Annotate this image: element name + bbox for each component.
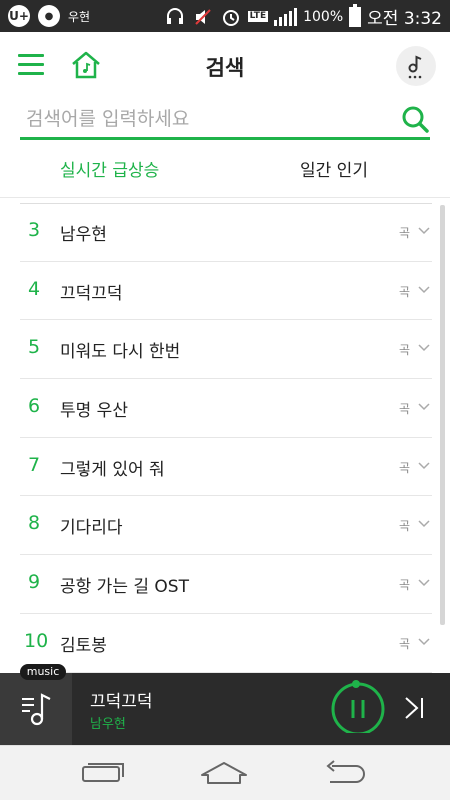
battery-percent: 100% bbox=[303, 8, 344, 25]
alarm-icon bbox=[220, 6, 242, 28]
app-header: 검색 bbox=[0, 32, 450, 102]
chevron-down-icon[interactable] bbox=[418, 224, 430, 236]
chevron-down-icon[interactable] bbox=[418, 576, 430, 588]
type-label: 곡 bbox=[398, 519, 410, 534]
list-item[interactable]: 4 끄덕끄덕 곡 bbox=[20, 262, 432, 321]
carrier-icon: U+ bbox=[8, 5, 30, 27]
clock: 오전 3:32 bbox=[367, 9, 442, 29]
rank-number: 3 bbox=[28, 219, 41, 241]
type-label: 곡 bbox=[398, 284, 410, 299]
next-track-icon[interactable] bbox=[400, 693, 430, 723]
recent-apps-icon[interactable] bbox=[80, 758, 128, 788]
list-item[interactable]: 5 미워도 다시 한번 곡 bbox=[20, 320, 432, 380]
search-term: 투명 우산 bbox=[60, 401, 128, 422]
chevron-down-icon[interactable] bbox=[418, 517, 430, 529]
notification-text: 우현 bbox=[68, 9, 91, 24]
status-bar: U+ ● 우현 LTE 100% 오전 3:32 bbox=[0, 0, 450, 32]
battery-icon bbox=[349, 3, 362, 27]
chevron-down-icon[interactable] bbox=[418, 341, 430, 353]
type-label: 곡 bbox=[398, 636, 410, 651]
chevron-down-icon[interactable] bbox=[418, 635, 430, 647]
list-scrollbar[interactable] bbox=[440, 205, 445, 625]
mini-player[interactable]: 끄덕끄덕 남우현 bbox=[0, 673, 450, 745]
status-left: U+ ● 우현 bbox=[8, 5, 90, 27]
lte-icon: LTE bbox=[247, 11, 269, 22]
search-input[interactable] bbox=[26, 104, 386, 134]
rank-number: 7 bbox=[28, 453, 41, 476]
tab-daily[interactable]: 일간 인기 bbox=[300, 156, 368, 181]
search-term: 기다리다 bbox=[60, 518, 123, 539]
headset-icon bbox=[164, 6, 186, 28]
type-label: 곡 bbox=[398, 578, 410, 593]
search-term: 끄덕끄덕 bbox=[60, 283, 123, 304]
search-icon[interactable] bbox=[400, 104, 430, 134]
search-term: 공항 가는 길 OST bbox=[60, 577, 189, 598]
now-playing-artist: 남우현 bbox=[90, 717, 126, 732]
search-ranking-list: 3 남우현 곡 4 끄덕끄덕 곡 5 미워도 다시 한번 곡 6 투명 우산 곡… bbox=[20, 203, 432, 673]
rank-number: 8 bbox=[28, 512, 41, 535]
list-item[interactable]: 3 남우현 곡 bbox=[20, 203, 432, 262]
type-label: 곡 bbox=[398, 460, 410, 475]
type-label: 곡 bbox=[398, 343, 410, 358]
chevron-down-icon[interactable] bbox=[418, 283, 430, 295]
search-term: 김토봉 bbox=[60, 635, 107, 656]
type-label: 곡 bbox=[398, 226, 410, 240]
search-term: 미워도 다시 한번 bbox=[60, 342, 181, 363]
list-item[interactable]: 9 공항 가는 길 OST 곡 bbox=[20, 555, 432, 614]
rank-number: 5 bbox=[28, 336, 41, 359]
status-right: LTE 100% 오전 3:32 bbox=[164, 3, 442, 29]
type-label: 곡 bbox=[398, 402, 410, 417]
signal-icon bbox=[274, 7, 298, 26]
chevron-down-icon[interactable] bbox=[418, 459, 430, 471]
page-title: 검색 bbox=[205, 56, 245, 80]
list-item[interactable]: 10 김토봉 곡 bbox=[20, 614, 432, 673]
list-item[interactable]: 8 기다리다 곡 bbox=[20, 496, 432, 556]
pause-button[interactable] bbox=[330, 677, 386, 736]
search-term: 남우현 bbox=[60, 225, 107, 245]
back-icon[interactable] bbox=[322, 758, 370, 788]
playlist-button[interactable] bbox=[0, 673, 72, 745]
home-nav-icon[interactable] bbox=[200, 758, 248, 788]
music-note-button[interactable] bbox=[396, 46, 436, 86]
now-playing-title: 끄덕끄덕 bbox=[90, 692, 153, 712]
talk-icon: ● bbox=[38, 5, 60, 27]
list-item[interactable]: 7 그렇게 있어 줘 곡 bbox=[20, 438, 432, 497]
mute-icon bbox=[192, 6, 214, 28]
rank-number: 9 bbox=[28, 571, 41, 594]
search-bar bbox=[20, 102, 430, 140]
search-term: 그렇게 있어 줘 bbox=[60, 459, 165, 480]
music-tag: music bbox=[20, 664, 66, 680]
rank-number: 6 bbox=[28, 395, 41, 418]
rank-number: 10 bbox=[24, 629, 49, 652]
chart-tabs: 실시간 급상승 일간 인기 bbox=[0, 142, 450, 198]
chevron-down-icon[interactable] bbox=[418, 400, 430, 412]
rank-number: 4 bbox=[28, 277, 41, 300]
tab-realtime[interactable]: 실시간 급상승 bbox=[60, 156, 159, 181]
system-nav-bar bbox=[0, 745, 450, 800]
list-item[interactable]: 6 투명 우산 곡 bbox=[20, 379, 432, 438]
